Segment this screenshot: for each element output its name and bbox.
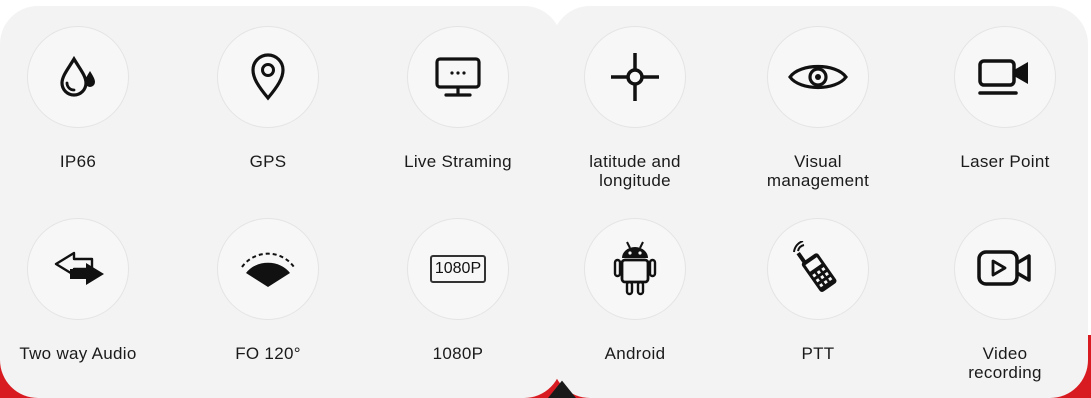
- feature-label: FO 120°: [235, 344, 301, 363]
- camera-icon: [954, 26, 1056, 128]
- monitor-icon: [407, 26, 509, 128]
- feature-gps: GPS: [178, 26, 358, 171]
- crosshair-icon: [584, 26, 686, 128]
- resolution-1080p-icon: 1080P: [407, 218, 509, 320]
- feature-label: 1080P: [432, 344, 484, 363]
- feature-ptt: PTT: [728, 218, 908, 363]
- feature-two-way-audio: Two way Audio: [0, 218, 168, 363]
- feature-label: PTT: [801, 344, 835, 363]
- two-way-arrows-icon: [27, 218, 129, 320]
- feature-video-recording: Video recording: [915, 218, 1091, 382]
- feature-label: Laser Point: [960, 152, 1050, 171]
- location-pin-icon: [217, 26, 319, 128]
- feature-label: Android: [604, 344, 666, 363]
- feature-ip66: IP66: [0, 26, 168, 171]
- wide-angle-icon: [217, 218, 319, 320]
- feature-label: Live Straming: [404, 152, 512, 171]
- feature-fov-120: FO 120°: [178, 218, 358, 363]
- feature-lat-long: latitude and longitude: [545, 26, 725, 190]
- feature-laser-point: Laser Point: [915, 26, 1091, 171]
- feature-visual-management: Visual management: [728, 26, 908, 190]
- feature-live-streaming: Live Straming: [368, 26, 548, 171]
- water-drops-icon: [27, 26, 129, 128]
- android-icon: [584, 218, 686, 320]
- walkie-talkie-icon: [767, 218, 869, 320]
- feature-android: Android: [545, 218, 725, 363]
- feature-label: Two way Audio: [19, 344, 137, 363]
- feature-label: Video recording: [968, 344, 1042, 382]
- feature-label: Visual management: [766, 152, 870, 190]
- resolution-badge: 1080P: [429, 255, 487, 283]
- feature-1080p: 1080P 1080P: [368, 218, 548, 363]
- feature-label: GPS: [249, 152, 287, 171]
- video-recording-icon: [954, 218, 1056, 320]
- eye-icon: [767, 26, 869, 128]
- feature-label: IP66: [59, 152, 97, 171]
- feature-label: latitude and longitude: [589, 152, 681, 190]
